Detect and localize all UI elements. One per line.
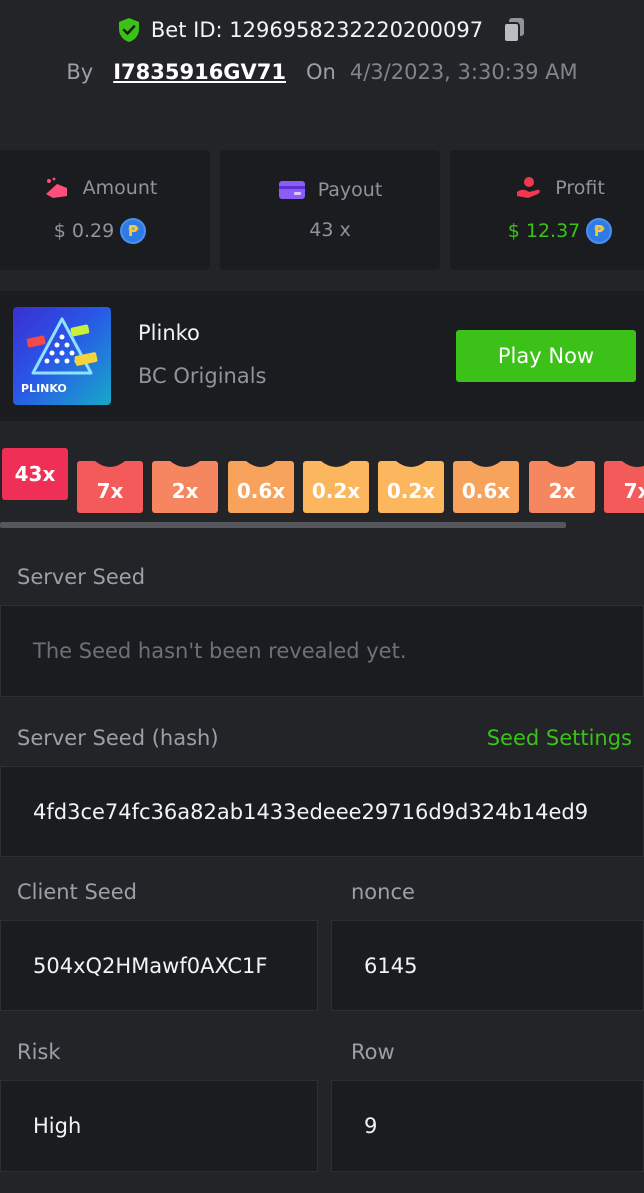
client-seed-field[interactable]: 504xQ2HMawf0AXC1F bbox=[0, 920, 318, 1011]
bucket-notch bbox=[321, 461, 351, 467]
server-seed-value: The Seed hasn't been revealed yet. bbox=[33, 639, 407, 663]
on-label: On bbox=[306, 60, 336, 84]
profit-hand-icon bbox=[517, 177, 541, 198]
username-link[interactable]: I7835916GV71 bbox=[113, 60, 286, 84]
bucket-notch bbox=[95, 461, 125, 467]
buckets-scrollbar[interactable] bbox=[0, 522, 566, 528]
currency-coin-icon: ₱ bbox=[120, 218, 147, 244]
bucket: 2x bbox=[529, 461, 595, 513]
profit-card: Profit $ 12.37 ₱ bbox=[450, 150, 644, 270]
bucket-notch bbox=[246, 461, 276, 467]
amount-hand-coins-icon bbox=[45, 177, 67, 198]
play-now-button[interactable]: Play Now bbox=[456, 330, 636, 382]
amount-card: Amount $ 0.29 ₱ bbox=[0, 150, 210, 270]
payout-value: 43 x bbox=[309, 219, 351, 241]
nonce-field[interactable]: 6145 bbox=[331, 920, 644, 1011]
bet-stats: Amount $ 0.29 ₱ Payout 43 x Profit $ 12.… bbox=[0, 150, 644, 270]
bet-id-row: Bet ID: 1296958232220200097 bbox=[0, 16, 644, 44]
payout-card-icon bbox=[278, 181, 305, 199]
game-thumbnail[interactable]: PLINKO bbox=[13, 307, 111, 405]
nonce-value: 6145 bbox=[364, 953, 418, 978]
thumbnail-text: PLINKO bbox=[21, 382, 67, 395]
game-provider: BC Originals bbox=[138, 364, 267, 388]
server-seed-hash-label: Server Seed (hash) bbox=[17, 726, 219, 750]
client-seed-label: Client Seed bbox=[17, 880, 137, 904]
bucket: 0.6x bbox=[228, 461, 294, 513]
bucket-hit: 43x bbox=[2, 448, 68, 500]
by-label: By bbox=[66, 60, 94, 84]
bet-datetime: 4/3/2023, 3:30:39 AM bbox=[349, 60, 578, 84]
amount-value: $ 0.29 bbox=[53, 220, 115, 242]
server-seed-hash-field[interactable]: 4fd3ce74fc36a82ab1433edeee29716d9d324b14… bbox=[0, 766, 644, 857]
server-seed-label: Server Seed bbox=[17, 565, 146, 589]
row-label: Row bbox=[351, 1040, 395, 1064]
bucket: 0.2x bbox=[378, 461, 444, 513]
payout-card: Payout 43 x bbox=[220, 150, 440, 270]
risk-value: High bbox=[33, 1114, 82, 1138]
seed-settings-link[interactable]: Seed Settings bbox=[487, 726, 632, 750]
nonce-label: nonce bbox=[351, 880, 415, 904]
bucket: 7x bbox=[77, 461, 143, 513]
payout-label: Payout bbox=[317, 179, 383, 201]
copy-icon[interactable] bbox=[501, 16, 527, 44]
bucket: 0.2x bbox=[303, 461, 369, 513]
profit-value: $ 12.37 bbox=[507, 220, 581, 242]
amount-label: Amount bbox=[82, 177, 158, 199]
game-row: PLINKO Plinko BC Originals Play Now bbox=[0, 291, 644, 421]
bet-header: Bet ID: 1296958232220200097 By I7835916G… bbox=[0, 0, 644, 150]
currency-coin-icon: ₱ bbox=[586, 218, 613, 244]
bucket-notch bbox=[547, 461, 577, 467]
server-seed-hash-value: 4fd3ce74fc36a82ab1433edeee29716d9d324b14… bbox=[33, 799, 589, 824]
bucket-notch bbox=[170, 461, 200, 467]
verified-shield-icon bbox=[118, 18, 139, 42]
bucket-notch bbox=[396, 461, 426, 467]
bucket: 0.6x bbox=[453, 461, 519, 513]
risk-field[interactable]: High bbox=[0, 1080, 318, 1172]
result-buckets: 43x 7x 2x 0.6x 0.2x 0.2x 0.6x 2x 7x bbox=[0, 448, 644, 518]
client-seed-value: 504xQ2HMawf0AXC1F bbox=[33, 953, 268, 978]
bet-id: Bet ID: 1296958232220200097 bbox=[150, 18, 484, 42]
bucket: 7x bbox=[604, 461, 644, 513]
bet-meta-row: By I7835916GV71 On 4/3/2023, 3:30:39 AM bbox=[0, 60, 644, 84]
bucket: 2x bbox=[152, 461, 218, 513]
profit-label: Profit bbox=[555, 177, 605, 199]
row-field[interactable]: 9 bbox=[331, 1080, 644, 1172]
game-name[interactable]: Plinko bbox=[138, 321, 200, 345]
risk-label: Risk bbox=[17, 1040, 61, 1064]
row-value: 9 bbox=[364, 1114, 378, 1138]
bucket-notch bbox=[471, 461, 501, 467]
server-seed-field: The Seed hasn't been revealed yet. bbox=[0, 605, 644, 697]
bucket-notch bbox=[622, 461, 644, 467]
